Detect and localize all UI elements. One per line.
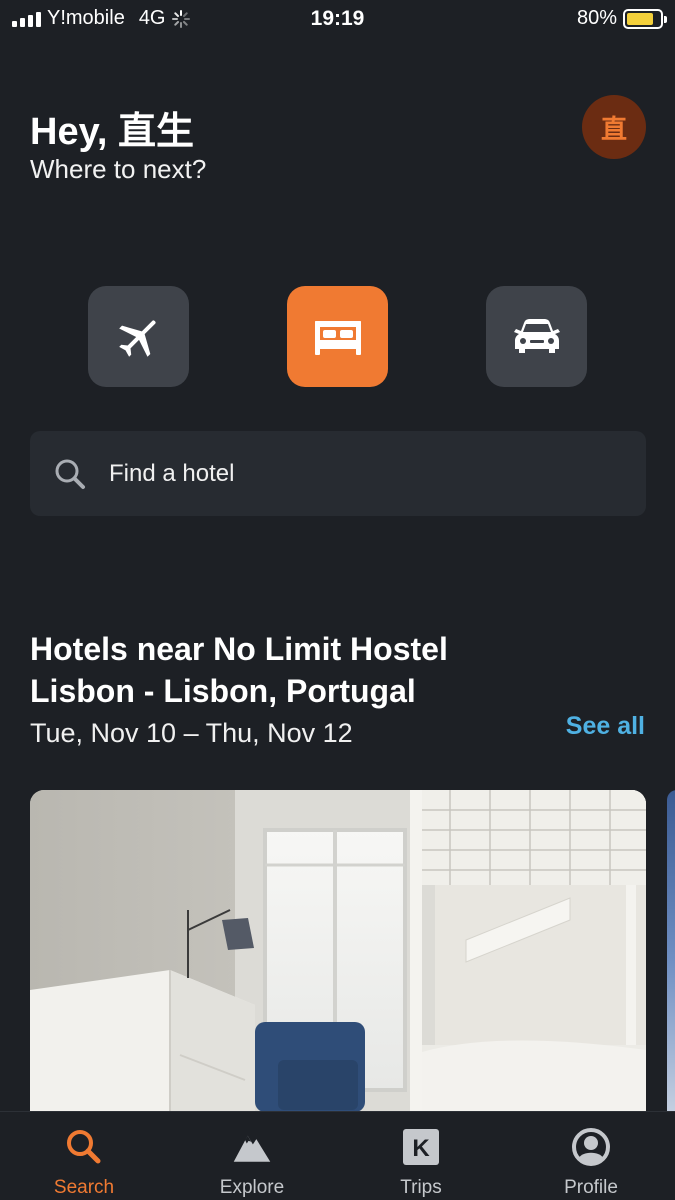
search-icon [64, 1127, 104, 1167]
cars-button[interactable] [486, 286, 587, 387]
plane-icon [118, 319, 156, 357]
kayak-k-icon: K [401, 1127, 441, 1167]
tab-search[interactable]: Search [0, 1112, 168, 1200]
greeting-title: Hey, 直生 [30, 111, 195, 153]
hotel-photo [30, 790, 646, 1130]
profile-icon [571, 1127, 611, 1167]
tab-explore[interactable]: Explore [168, 1112, 336, 1200]
greeting-subtitle: Where to next? [30, 154, 207, 184]
tab-profile[interactable]: Profile [507, 1112, 675, 1200]
hotel-search-field[interactable]: Find a hotel [30, 431, 646, 516]
hotels-button[interactable] [287, 286, 388, 387]
next-hotel-card-peek[interactable] [667, 790, 675, 1130]
status-right: 80% [576, 7, 667, 30]
tab-trips-label: Trips [400, 1177, 442, 1198]
avatar[interactable]: 直 [582, 95, 646, 159]
car-icon [513, 318, 560, 353]
tab-profile-label: Profile [564, 1177, 618, 1198]
see-all-link[interactable]: See all [566, 712, 645, 741]
bottom-tab-bar: Search Explore K Trips Profile [0, 1111, 675, 1200]
tab-explore-label: Explore [219, 1177, 285, 1198]
bed-icon [314, 320, 361, 355]
status-time: 19:19 [310, 7, 365, 30]
flights-button[interactable] [88, 286, 189, 387]
mountain-icon [232, 1127, 272, 1167]
section-dates: Tue, Nov 10 – Thu, Nov 12 [30, 718, 353, 748]
app-screen: Y!mobile 4G 19:19 80% Hey, 直生 Where to n… [0, 0, 675, 1200]
battery-percent: 80% [576, 7, 617, 29]
battery-icon [623, 8, 667, 29]
search-placeholder: Find a hotel [109, 459, 235, 487]
svg-text:K: K [412, 1135, 430, 1162]
hotel-card[interactable] [30, 790, 646, 1130]
tab-trips[interactable]: K Trips [337, 1112, 505, 1200]
battery-level-fill [627, 12, 653, 25]
status-bar: Y!mobile 4G 19:19 80% [0, 0, 675, 38]
section-title: Hotels near No Limit Hostel Lisbon - Lis… [30, 631, 448, 709]
search-icon [55, 459, 85, 489]
tab-search-label: Search [53, 1177, 115, 1198]
